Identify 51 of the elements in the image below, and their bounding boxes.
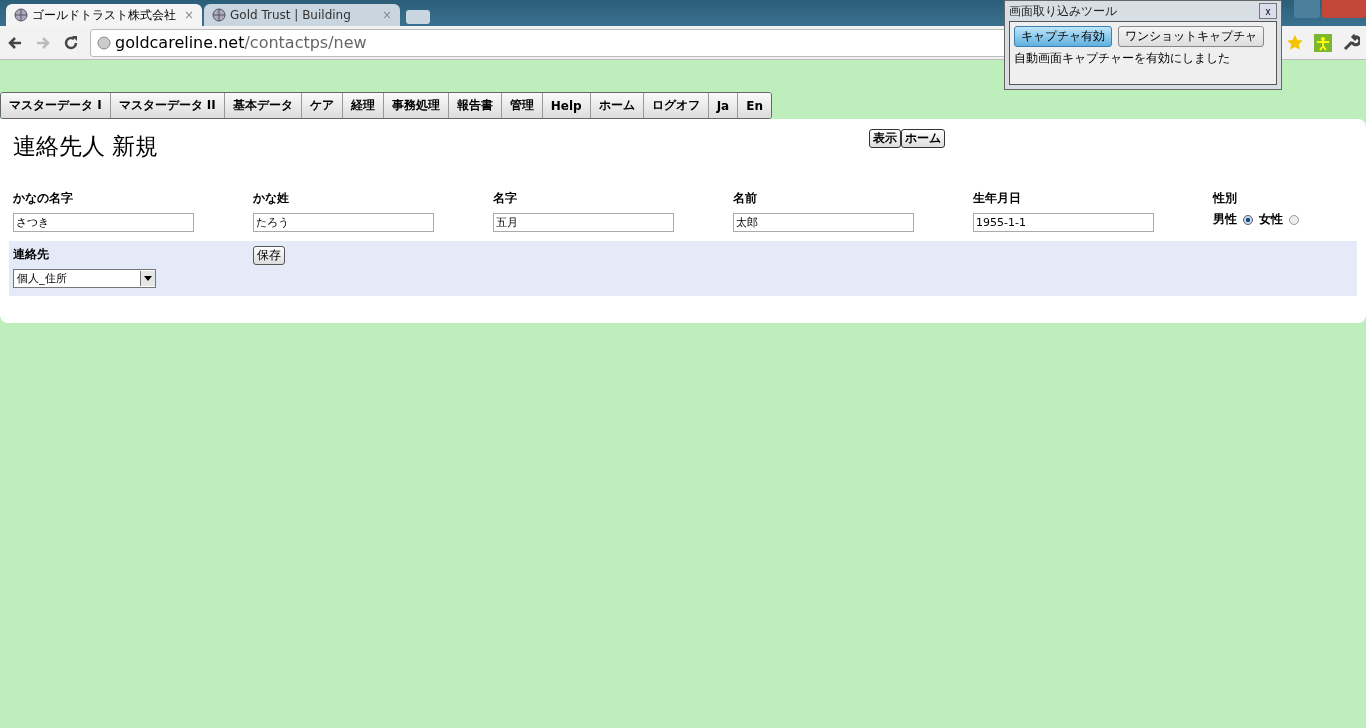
globe-icon <box>14 8 28 22</box>
menu-tab[interactable]: Ja <box>708 93 739 118</box>
menu-tab[interactable]: En <box>738 93 771 118</box>
capture-button[interactable]: ワンショットキャプチャ <box>1118 26 1264 47</box>
page-title: 連絡先人 新規 <box>13 132 160 161</box>
reload-icon[interactable] <box>62 33 80 52</box>
tab-title: Gold Trust | Building <box>230 8 352 22</box>
wrench-icon[interactable] <box>1342 33 1360 52</box>
field-label: 生年月日 <box>973 190 1022 207</box>
menu-tab[interactable]: Help <box>542 93 591 118</box>
menu-tab[interactable]: 事務処理 <box>383 93 449 118</box>
radio-label: 女性 <box>1259 211 1283 228</box>
menu-tab[interactable]: 基本データ <box>224 93 302 118</box>
text-field[interactable]: 1955-1-1 <box>973 213 1154 232</box>
text-field[interactable]: 太郎 <box>733 213 914 232</box>
menu-tab[interactable]: ホーム <box>590 93 644 118</box>
tab-title: ゴールドトラスト株式会社 <box>32 6 177 24</box>
capture-button[interactable]: キャプチャ有効 <box>1014 26 1112 47</box>
menu-tab[interactable]: ログオフ <box>643 93 709 118</box>
text-field[interactable]: たろう <box>253 213 434 232</box>
action-button[interactable]: ホーム <box>901 129 945 148</box>
menu-tab[interactable]: マスターデータ I <box>1 93 111 118</box>
close-button[interactable]: x <box>1259 3 1277 19</box>
action-button[interactable]: 表示 <box>869 129 901 148</box>
globe-icon <box>212 8 226 22</box>
contact-dropdown[interactable]: 個人_住所 <box>13 269 156 288</box>
menu-tab[interactable]: 管理 <box>501 93 543 118</box>
field-label: かなの名字 <box>13 190 74 207</box>
radio-button[interactable] <box>1289 214 1299 225</box>
field-label: 名字 <box>493 190 518 207</box>
radio-button[interactable] <box>1243 214 1253 225</box>
menu-tab[interactable]: マスターデータ II <box>110 93 225 118</box>
star-icon[interactable] <box>1286 33 1304 52</box>
window-title: 画面取り込みツール <box>1009 2 1117 20</box>
browser-tab[interactable]: Gold Trust | Building × <box>204 4 400 26</box>
menu-tab[interactable]: ケア <box>301 93 343 118</box>
new-tab-button[interactable] <box>406 10 430 24</box>
field-label: かな姓 <box>253 190 290 207</box>
field-label: 性別 <box>1213 190 1238 207</box>
url-text: goldcareline.net/contactps/new <box>115 33 367 52</box>
field-label: 連絡先 <box>13 246 50 263</box>
field-label: 名前 <box>733 190 758 207</box>
text-field[interactable]: さつき <box>13 213 194 232</box>
browser-tab[interactable]: ゴールドトラスト株式会社 × <box>6 4 202 26</box>
caret-icon <box>144 276 152 281</box>
globe-icon <box>97 35 111 50</box>
text-field[interactable]: 五月 <box>493 213 674 232</box>
menu-tab[interactable]: 経理 <box>342 93 384 118</box>
save-button[interactable]: 保存 <box>253 246 285 265</box>
menu-tab[interactable]: 報告書 <box>448 93 502 118</box>
radio-label: 男性 <box>1213 211 1237 228</box>
